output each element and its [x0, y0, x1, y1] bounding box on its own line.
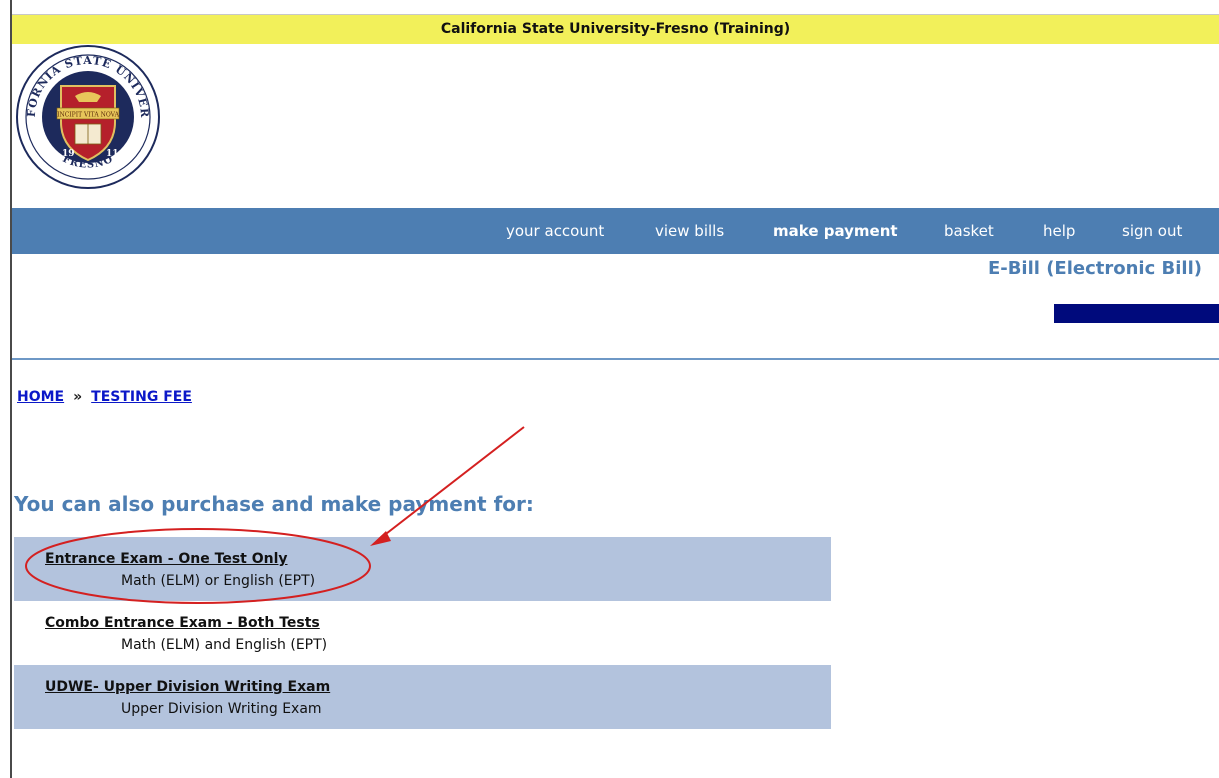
udwe-link[interactable]: UDWE- Upper Division Writing Exam — [45, 679, 330, 695]
institution-title: California State University-Fresno (Trai… — [440, 21, 791, 37]
combo-exam-description: Math (ELM) and English (EPT) — [121, 637, 328, 653]
entrance-exam-description: Math (ELM) or English (EPT) — [121, 573, 316, 589]
nav-your-account[interactable]: your account — [506, 208, 604, 254]
seal-motto: INCIPIT VITA NOVA — [57, 112, 120, 119]
window-left-border — [10, 0, 12, 778]
university-seal-logo: CALIFORNIA STATE UNIVERSITY FRESNO INCIP… — [9, 34, 161, 190]
option-row-udwe: UDWE- Upper Division Writing Exam Upper … — [14, 665, 831, 729]
breadcrumb: HOME » TESTING FEE — [17, 389, 192, 405]
section-heading: You can also purchase and make payment f… — [14, 492, 534, 516]
nav-sign-out[interactable]: sign out — [1122, 208, 1182, 254]
nav-help[interactable]: help — [1043, 208, 1075, 254]
entrance-exam-link[interactable]: Entrance Exam - One Test Only — [45, 551, 288, 567]
seal-year-left: 19 — [62, 149, 75, 159]
page-title: E-Bill (Electronic Bill) — [987, 258, 1202, 279]
nav-basket[interactable]: basket — [944, 208, 994, 254]
annotation-arrow — [381, 426, 525, 538]
udwe-description: Upper Division Writing Exam — [121, 701, 322, 717]
seal-year-right: 11 — [106, 149, 119, 159]
header-divider — [12, 358, 1219, 360]
nav-make-payment[interactable]: make payment — [773, 208, 898, 254]
option-row-entrance-exam: Entrance Exam - One Test Only Math (ELM)… — [14, 537, 831, 601]
decorative-navy-bar — [1054, 304, 1219, 323]
institution-banner: California State University-Fresno (Trai… — [12, 14, 1219, 44]
option-row-combo-exam: Combo Entrance Exam - Both Tests Math (E… — [14, 601, 831, 665]
breadcrumb-home-link[interactable]: HOME — [17, 389, 64, 405]
breadcrumb-testing-fee-link[interactable]: TESTING FEE — [91, 389, 192, 405]
combo-exam-link[interactable]: Combo Entrance Exam - Both Tests — [45, 615, 320, 631]
breadcrumb-separator: » — [73, 389, 83, 405]
nav-view-bills[interactable]: view bills — [655, 208, 724, 254]
main-nav: your account view bills make payment bas… — [12, 208, 1219, 254]
